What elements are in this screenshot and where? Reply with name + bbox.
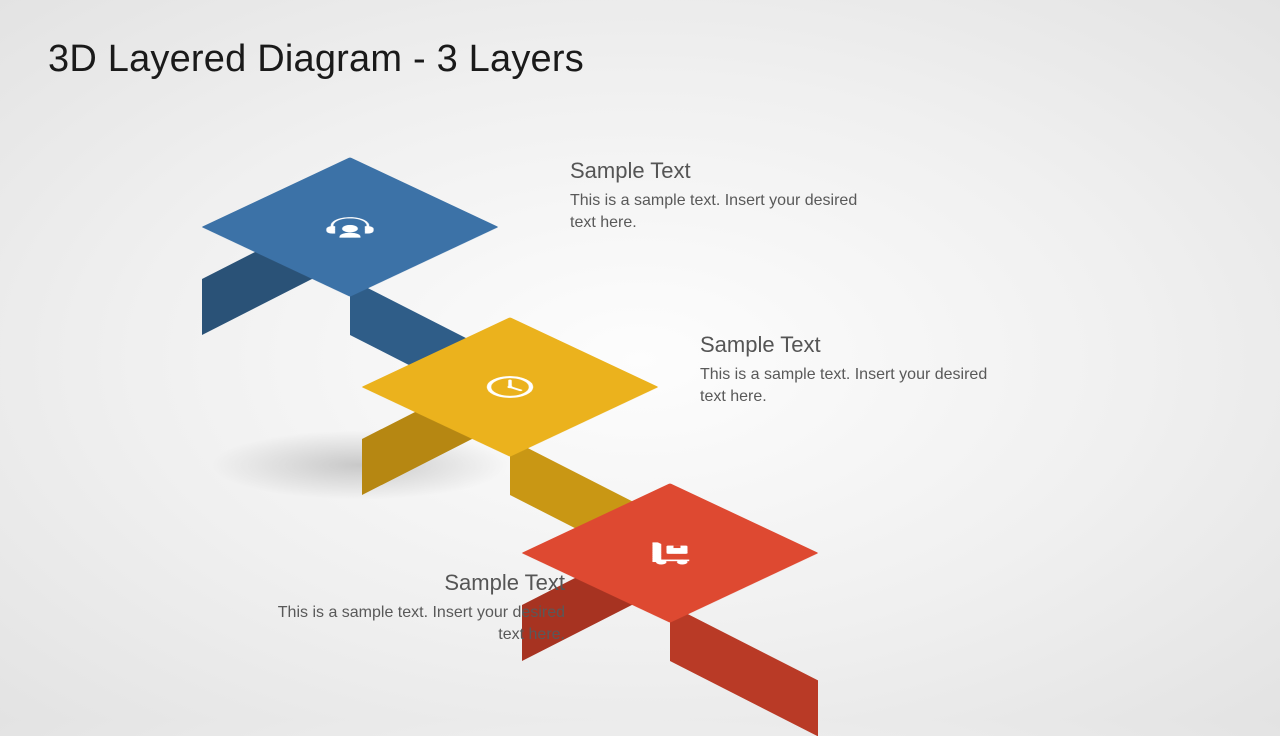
layer-2-heading: Sample Text (700, 332, 1000, 358)
hand-truck-icon (642, 540, 698, 566)
layer-3-heading: Sample Text (265, 570, 565, 596)
layer-2-body: This is a sample text. Insert your desir… (700, 364, 1000, 407)
slide-title: 3D Layered Diagram - 3 Layers (48, 38, 584, 81)
layer-1-body: This is a sample text. Insert your desir… (570, 190, 870, 233)
layer-1-caption: Sample Text This is a sample text. Inser… (570, 158, 870, 233)
layer-3-side-right (670, 605, 818, 736)
layer-2-caption: Sample Text This is a sample text. Inser… (700, 332, 1000, 407)
layer-3-caption: Sample Text This is a sample text. Inser… (265, 570, 565, 645)
headset-icon (322, 214, 378, 240)
layer-1-heading: Sample Text (570, 158, 870, 184)
layer-3-body: This is a sample text. Insert your desir… (265, 602, 565, 645)
clock-icon (482, 374, 538, 400)
